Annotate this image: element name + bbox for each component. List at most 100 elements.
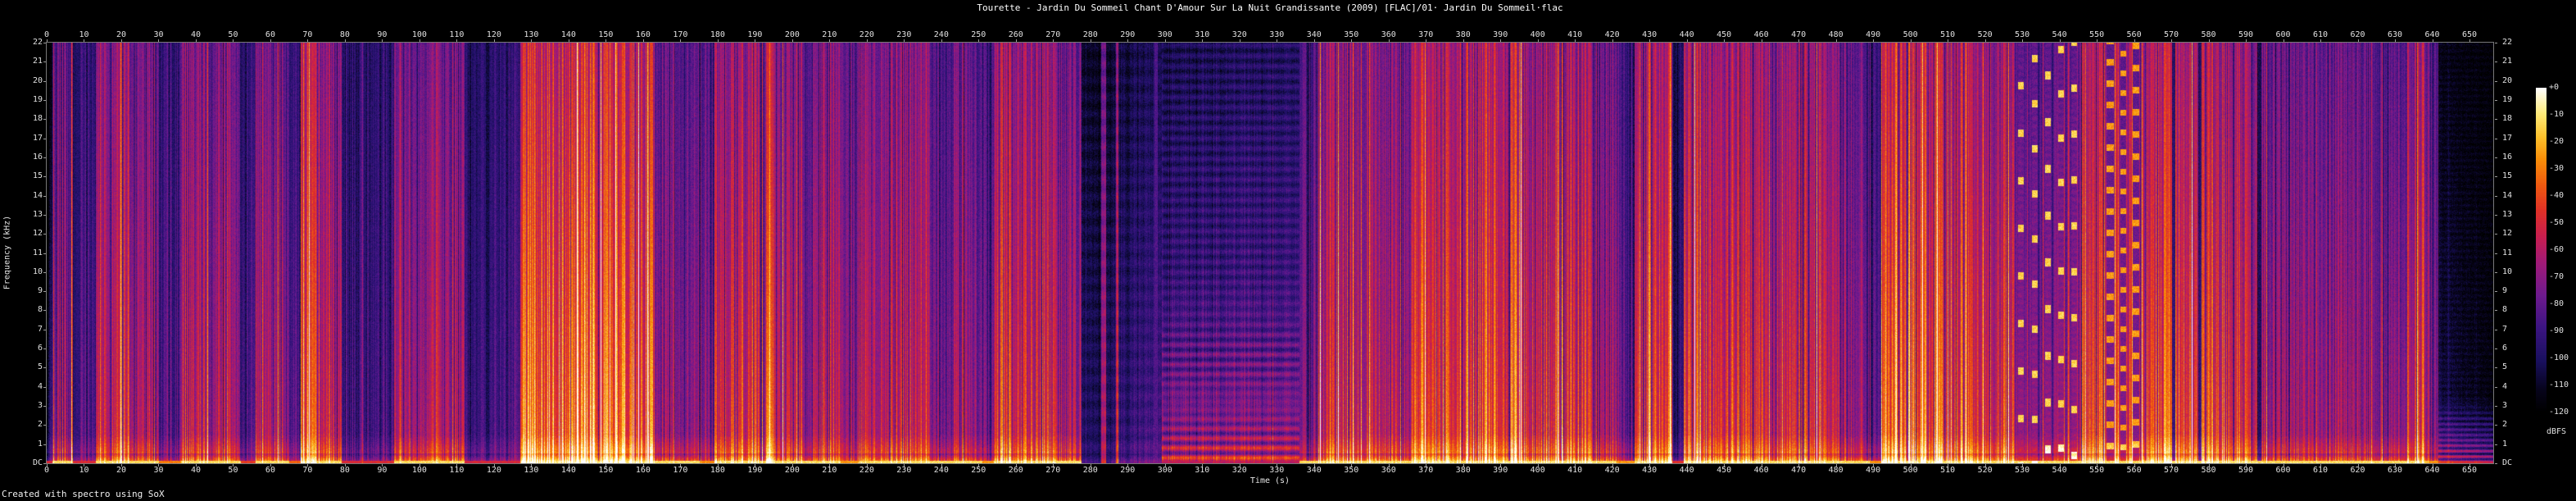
x-tick-mark	[270, 464, 271, 467]
y-tick-label: 6	[2502, 344, 2507, 353]
y-tick-mark	[2495, 176, 2497, 177]
y-tick-label: 19	[10, 95, 43, 104]
x-tick-mark	[2060, 39, 2061, 42]
x-tick-label: 590	[2238, 30, 2253, 39]
x-tick-mark	[2395, 464, 2396, 467]
x-tick-mark	[1351, 39, 1352, 42]
x-tick-label: 250	[971, 466, 986, 475]
y-tick-label: 21	[10, 57, 43, 66]
x-tick-mark	[1575, 39, 1576, 42]
x-tick-label: 160	[636, 30, 651, 39]
x-tick-mark	[345, 464, 346, 467]
x-tick-label: 630	[2388, 30, 2402, 39]
x-tick-label: 40	[191, 30, 201, 39]
x-tick-label: 110	[449, 30, 464, 39]
x-tick-label: 610	[2313, 466, 2328, 475]
x-tick-label: 90	[377, 466, 387, 475]
colorbar-tick-label: -90	[2549, 326, 2564, 335]
y-tick-label: 10	[10, 267, 43, 276]
colorbar	[2536, 88, 2547, 412]
x-tick-label: 250	[971, 30, 986, 39]
x-tick-label: 370	[1418, 466, 1433, 475]
x-tick-mark	[456, 39, 457, 42]
y-tick-mark	[43, 234, 46, 235]
x-tick-mark	[2283, 464, 2284, 467]
x-tick-mark	[605, 39, 606, 42]
x-tick-mark	[494, 39, 495, 42]
y-tick-mark	[43, 196, 46, 197]
x-tick-mark	[531, 464, 532, 467]
x-tick-mark	[2246, 464, 2247, 467]
x-tick-mark	[867, 464, 868, 467]
x-tick-label: 280	[1083, 466, 1098, 475]
x-tick-mark	[1724, 464, 1725, 467]
x-tick-mark	[494, 464, 495, 467]
x-tick-label: 180	[710, 30, 725, 39]
x-tick-label: 490	[1866, 30, 1880, 39]
x-tick-mark	[978, 39, 979, 42]
page-title: Tourette - Jardin Du Sommeil Chant D'Amo…	[977, 2, 1562, 13]
x-tick-mark	[680, 464, 681, 467]
x-tick-label: 0	[44, 466, 49, 475]
x-tick-mark	[2395, 39, 2396, 42]
x-tick-label: 620	[2350, 466, 2365, 475]
x-tick-label: 330	[1269, 466, 1284, 475]
x-tick-mark	[345, 39, 346, 42]
x-tick-label: 60	[265, 466, 275, 475]
x-tick-mark	[643, 464, 644, 467]
x-tick-mark	[1575, 464, 1576, 467]
x-tick-mark	[158, 39, 159, 42]
y-tick-mark	[43, 81, 46, 82]
x-tick-label: 270	[1045, 466, 1060, 475]
x-tick-mark	[2022, 39, 2023, 42]
x-tick-label: 540	[2052, 30, 2067, 39]
x-tick-label: 60	[265, 30, 275, 39]
x-tick-mark	[1016, 39, 1017, 42]
y-tick-mark	[43, 61, 46, 62]
x-tick-label: 600	[2276, 30, 2291, 39]
x-tick-mark	[978, 464, 979, 467]
x-tick-label: 320	[1232, 466, 1247, 475]
x-tick-mark	[2469, 464, 2470, 467]
x-tick-mark	[382, 39, 383, 42]
x-tick-label: 340	[1307, 30, 1322, 39]
y-tick-mark	[43, 463, 46, 464]
x-tick-mark	[307, 464, 308, 467]
x-tick-mark	[1649, 39, 1650, 42]
spectrogram-canvas	[47, 43, 2493, 463]
colorbar-tick-label: -20	[2549, 137, 2564, 146]
x-tick-label: 370	[1418, 30, 1433, 39]
x-tick-label: 540	[2052, 466, 2067, 475]
x-tick-mark	[121, 39, 122, 42]
x-tick-label: 310	[1195, 466, 1209, 475]
x-tick-label: 240	[934, 30, 949, 39]
x-tick-label: 570	[2164, 30, 2179, 39]
x-tick-label: 0	[44, 30, 49, 39]
x-tick-mark	[1985, 464, 1986, 467]
y-tick-label: 17	[10, 134, 43, 143]
x-tick-mark	[2171, 39, 2172, 42]
y-tick-mark	[43, 444, 46, 445]
x-tick-label: 130	[524, 466, 538, 475]
y-tick-mark	[2495, 100, 2497, 101]
x-tick-mark	[1798, 39, 1799, 42]
y-tick-mark	[2495, 272, 2497, 273]
y-tick-label: 20	[2502, 76, 2512, 85]
y-tick-label: 11	[2502, 248, 2512, 257]
x-tick-label: 220	[859, 30, 874, 39]
x-tick-label: 50	[228, 30, 238, 39]
x-tick-mark	[1389, 464, 1390, 467]
x-tick-mark	[1053, 39, 1054, 42]
x-axis-title: Time (s)	[1250, 476, 1290, 485]
y-tick-label: 15	[10, 171, 43, 180]
y-tick-label: 10	[2502, 267, 2512, 276]
x-tick-label: 140	[561, 30, 576, 39]
y-tick-mark	[43, 406, 46, 407]
x-tick-mark	[904, 464, 905, 467]
x-tick-mark	[829, 464, 830, 467]
x-tick-mark	[1612, 39, 1613, 42]
x-tick-label: 500	[1903, 30, 1918, 39]
y-tick-label: 21	[2502, 57, 2512, 66]
x-tick-label: 100	[412, 30, 427, 39]
x-tick-label: 390	[1493, 30, 1508, 39]
